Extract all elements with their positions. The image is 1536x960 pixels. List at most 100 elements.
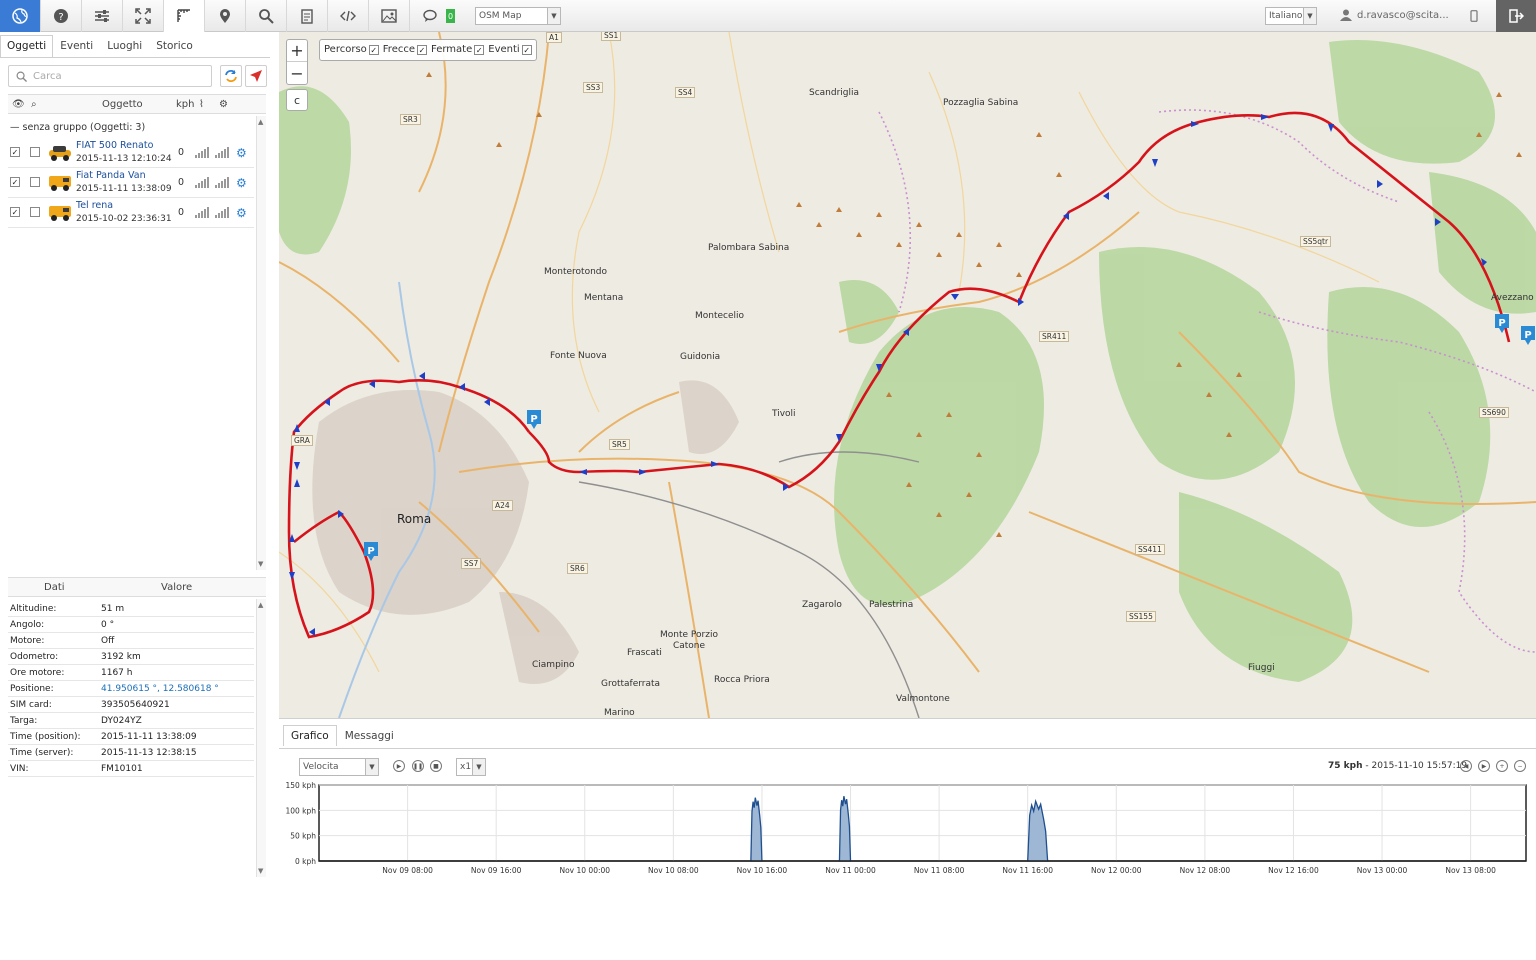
- group-header[interactable]: — senza gruppo (Oggetti: 3): [10, 122, 145, 133]
- speed-chart-svg[interactable]: 150 kph 100 kph 50 kph 0 kph Nov 09 08:00 Nov…: [279, 779, 1536, 879]
- chevron-left-icon[interactable]: ◀: [1460, 760, 1472, 772]
- visible-checkbox[interactable]: ✓: [10, 147, 20, 157]
- layer-route[interactable]: Percorso ✓: [324, 44, 379, 60]
- collapse-icon[interactable]: —: [10, 122, 20, 133]
- scroll-up-icon[interactable]: ▲: [258, 118, 263, 126]
- chart-frame: [318, 784, 1527, 862]
- van-icon: [49, 206, 71, 221]
- layer-events[interactable]: Eventi ✓: [488, 44, 532, 60]
- object-row[interactable]: ✓ Tel rena 2015-10-02 23:36:31 0 ⚙: [8, 198, 254, 228]
- y-tick-label: 100 kph: [285, 806, 316, 815]
- visible-checkbox[interactable]: ✓: [10, 177, 20, 187]
- tab-chart[interactable]: Grafico: [283, 725, 337, 746]
- x-tick-label: Nov 11 08:00: [914, 866, 965, 875]
- chevron-right-icon[interactable]: ▶: [1478, 760, 1490, 772]
- tab-objects[interactable]: Oggetti: [0, 35, 54, 57]
- logout-icon[interactable]: [1496, 0, 1536, 32]
- object-settings-icon[interactable]: ⚙: [236, 146, 247, 160]
- objects-grid-header: 👁 ⌕ Oggetto kph ⌇ ⚙: [8, 94, 266, 114]
- prop-value: 2015-11-13 12:38:15: [101, 748, 197, 758]
- bottom-tabs-divider: [279, 748, 1536, 749]
- globe-icon[interactable]: [0, 0, 41, 32]
- user-menu[interactable]: d.ravasco@scita...: [1340, 9, 1449, 21]
- gsm-signal-icon: [215, 146, 229, 158]
- report-icon[interactable]: [287, 0, 328, 32]
- visible-checkbox[interactable]: ✓: [10, 207, 20, 217]
- place-label: Pozzaglia Sabina: [943, 98, 1019, 108]
- map-type-select[interactable]: OSM Map ▼: [475, 7, 561, 25]
- locate-button[interactable]: [245, 65, 267, 87]
- follow-checkbox[interactable]: [30, 147, 40, 157]
- position-link[interactable]: 41.950615 °, 12.580618 °: [101, 684, 219, 694]
- layer-route-checkbox[interactable]: ✓: [368, 45, 379, 55]
- object-column-header[interactable]: Oggetto: [102, 99, 143, 110]
- scroll-up-icon[interactable]: ▲: [258, 601, 263, 609]
- metric-value: Velocita: [303, 762, 339, 772]
- mobile-icon[interactable]: [1463, 0, 1485, 32]
- x-tick-label: Nov 10 00:00: [559, 866, 610, 875]
- tab-events[interactable]: Eventi: [53, 35, 100, 57]
- follow-checkbox[interactable]: [30, 207, 40, 217]
- object-name[interactable]: Tel rena: [76, 200, 113, 211]
- object-row[interactable]: ✓ Fiat Panda Van 2015-11-11 13:38:09 0 ⚙: [8, 168, 254, 198]
- fullscreen-icon[interactable]: [123, 0, 164, 32]
- search-icon[interactable]: ⌕: [31, 99, 37, 110]
- playback-speed-select[interactable]: x1 ▼: [456, 758, 486, 776]
- prop-key: Positione:: [10, 684, 54, 694]
- place-label: Marino: [604, 708, 635, 718]
- properties-scrollbar[interactable]: ▲ ▼: [256, 599, 266, 877]
- road-tag: GRA: [291, 435, 313, 446]
- map-view[interactable]: P P P P + − c Percorso ✓ Frecce ✓ Fermate ✓…: [279, 32, 1536, 718]
- zoom-in-button[interactable]: +: [287, 40, 307, 62]
- zoom-in-icon[interactable]: +: [1496, 760, 1508, 772]
- follow-checkbox[interactable]: [30, 177, 40, 187]
- tab-history[interactable]: Storico: [149, 35, 200, 57]
- chat-icon[interactable]: [410, 0, 451, 32]
- y-tick-label: 150 kph: [285, 781, 316, 790]
- object-settings-icon[interactable]: ⚙: [236, 176, 247, 190]
- tab-places[interactable]: Luoghi: [100, 35, 149, 57]
- user-email: d.ravasco@scita...: [1357, 9, 1449, 21]
- chevron-down-icon: ▼: [547, 8, 560, 24]
- object-name[interactable]: Fiat Panda Van: [76, 170, 146, 181]
- refresh-button[interactable]: [220, 65, 242, 87]
- zoom-out-button[interactable]: −: [287, 62, 307, 84]
- speed-column-header[interactable]: kph: [176, 99, 194, 110]
- prop-key: SIM card:: [10, 700, 52, 710]
- layer-toggles: Percorso ✓ Frecce ✓ Fermate ✓ Eventi ✓: [319, 39, 537, 61]
- road-tag: SS1: [601, 32, 622, 41]
- scroll-down-icon[interactable]: ▼: [258, 867, 263, 875]
- pause-icon[interactable]: ❚❚: [412, 760, 424, 772]
- scroll-down-icon[interactable]: ▼: [258, 560, 263, 568]
- zoom-out-icon[interactable]: −: [1514, 760, 1526, 772]
- objects-scrollbar[interactable]: ▲ ▼: [256, 116, 266, 570]
- layer-stops-checkbox[interactable]: ✓: [474, 45, 485, 55]
- object-row[interactable]: ✓ FIAT 500 Renato 2015-11-13 12:10:24 0 …: [8, 138, 254, 168]
- layer-arrows[interactable]: Frecce ✓: [383, 44, 427, 60]
- object-settings-icon[interactable]: ⚙: [236, 206, 247, 220]
- play-icon[interactable]: ▶: [393, 760, 405, 772]
- eye-icon[interactable]: 👁: [12, 99, 25, 110]
- ruler-icon[interactable]: [164, 0, 205, 32]
- image-icon[interactable]: [369, 0, 410, 32]
- c-button[interactable]: c: [286, 89, 308, 111]
- layer-events-checkbox[interactable]: ✓: [521, 45, 532, 55]
- navigation-arrow-icon: [250, 70, 262, 82]
- layer-arrows-checkbox[interactable]: ✓: [417, 45, 427, 55]
- code-icon[interactable]: [328, 0, 369, 32]
- search-icon[interactable]: [246, 0, 287, 32]
- prop-value: 3192 km: [101, 652, 141, 662]
- layer-stops[interactable]: Fermate ✓: [431, 44, 485, 60]
- svg-text:?: ?: [58, 12, 63, 23]
- language-select[interactable]: Italiano ▼: [1265, 7, 1317, 25]
- metric-select[interactable]: Velocita ▼: [299, 758, 379, 776]
- tab-messages[interactable]: Messaggi: [337, 725, 402, 746]
- settings-sliders-icon[interactable]: [82, 0, 123, 32]
- place-icon[interactable]: [205, 0, 246, 32]
- search-icon: [16, 71, 27, 82]
- speed-chart[interactable]: 150 kph 100 kph 50 kph 0 kph Nov 09 08:00 Nov…: [279, 779, 1536, 882]
- help-icon[interactable]: ?: [41, 0, 82, 32]
- stop-icon[interactable]: ■: [430, 760, 442, 772]
- object-name[interactable]: FIAT 500 Renato: [76, 140, 153, 151]
- object-search-input[interactable]: Carca: [8, 65, 212, 87]
